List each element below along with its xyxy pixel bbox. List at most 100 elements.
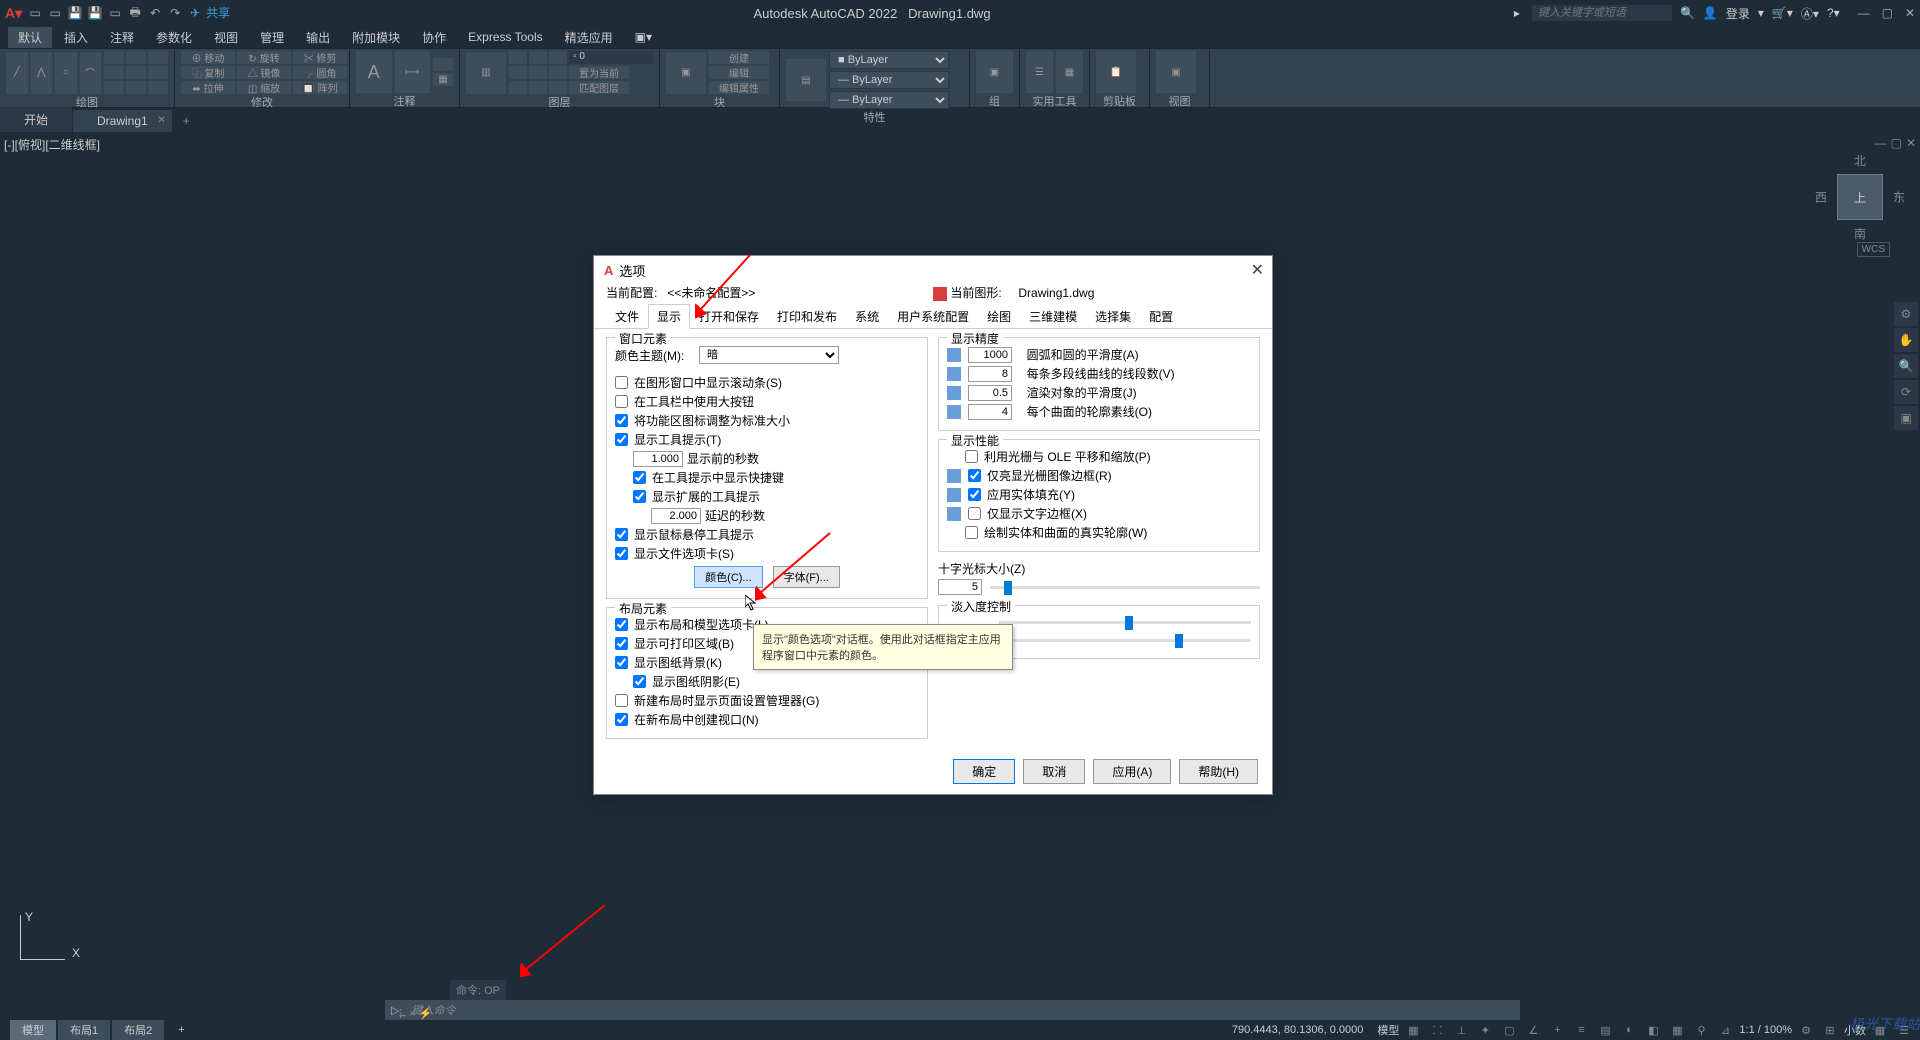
cs-icon[interactable]: ⊞	[1820, 1021, 1840, 1039]
rotate-icon[interactable]: ↻ 旋转	[237, 51, 291, 64]
layer-tool-icon[interactable]	[549, 81, 567, 94]
tab-3dmodel[interactable]: 三维建模	[1020, 304, 1086, 329]
measure-icon[interactable]: ☰	[1026, 51, 1053, 93]
tab-plot[interactable]: 打印和发布	[768, 304, 846, 329]
new-vp-checkbox[interactable]	[615, 713, 628, 726]
lm-tabs-checkbox[interactable]	[615, 618, 628, 631]
qat-web-icon[interactable]: ▭	[106, 4, 124, 22]
menu-express[interactable]: Express Tools	[458, 28, 552, 46]
vp-minimize-icon[interactable]: —	[1875, 136, 1887, 150]
cancel-button[interactable]: 取消	[1023, 759, 1085, 784]
viewcube-south[interactable]: 南	[1854, 225, 1866, 242]
tab-file[interactable]: 文件	[606, 304, 648, 329]
arc-input[interactable]	[968, 347, 1012, 363]
share-label[interactable]: 共享	[206, 4, 230, 22]
array-icon[interactable]: 🔲 阵列	[293, 81, 347, 94]
menu-insert[interactable]: 插入	[54, 27, 98, 48]
model-tab[interactable]: 模型	[10, 1020, 56, 1040]
viewcube-north[interactable]: 北	[1854, 152, 1866, 169]
arc-icon[interactable]: ⌒	[80, 52, 102, 94]
text-frame-checkbox[interactable]	[968, 507, 981, 520]
draw-tool-icon[interactable]	[126, 66, 146, 79]
layer-tool-icon[interactable]	[509, 81, 527, 94]
crosshair-slider[interactable]	[990, 586, 1260, 589]
layer-tool-icon[interactable]	[549, 66, 567, 79]
layer-tool-icon[interactable]	[509, 51, 527, 64]
lineweight-select[interactable]: — ByLayer	[829, 71, 949, 89]
qat-open-icon[interactable]: ▭	[46, 4, 64, 22]
layer-dropdown[interactable]: ▫ 0	[569, 51, 653, 64]
tab-display[interactable]: 显示	[648, 304, 690, 329]
minimize-icon[interactable]: —	[1858, 6, 1870, 20]
paste-icon[interactable]: 📋	[1096, 51, 1136, 93]
hover-checkbox[interactable]	[615, 528, 628, 541]
tab-close-icon[interactable]: ✕	[157, 115, 165, 126]
menu-output[interactable]: 输出	[296, 27, 340, 48]
draw-tool-icon[interactable]	[148, 81, 168, 94]
qs-icon[interactable]: ▦	[1667, 1021, 1687, 1039]
layout2-tab[interactable]: 布局2	[112, 1020, 164, 1040]
cmd-config-icon[interactable]: ⚡	[419, 1008, 433, 1020]
tab-profiles[interactable]: 配置	[1140, 304, 1182, 329]
ortho-icon[interactable]: ⊥	[1451, 1021, 1471, 1039]
table-icon[interactable]: ▦	[433, 73, 453, 86]
tab-drawing[interactable]: Drawing1✕	[73, 110, 172, 132]
viewcube-top-face[interactable]: 上	[1837, 174, 1883, 220]
maximize-icon[interactable]: ▢	[1882, 6, 1893, 20]
block-create-icon[interactable]: 创建	[709, 51, 769, 64]
solid-fill-checkbox[interactable]	[968, 488, 981, 501]
inplace-slider[interactable]	[999, 639, 1251, 642]
match-props-icon[interactable]: ▤	[786, 59, 826, 101]
draw-tool-icon[interactable]	[126, 81, 146, 94]
menu-addins[interactable]: 附加模块	[342, 27, 410, 48]
draw-tool-icon[interactable]	[104, 51, 124, 64]
search-input[interactable]	[1532, 5, 1672, 21]
wcs-badge[interactable]: WCS	[1857, 242, 1890, 257]
layer-tool-icon[interactable]	[529, 51, 547, 64]
ok-button[interactable]: 确定	[953, 759, 1015, 784]
scale-readout[interactable]: 1:1 / 100%	[1739, 1024, 1792, 1036]
layer-tool-icon[interactable]	[529, 81, 547, 94]
color-select[interactable]: ■ ByLayer	[829, 51, 949, 69]
menu-param[interactable]: 参数化	[146, 27, 202, 48]
linetype-select[interactable]: — ByLayer	[829, 91, 949, 109]
command-line[interactable]: ▷_ 键入命令	[385, 1000, 1520, 1020]
crosshair-input[interactable]	[938, 579, 982, 595]
viewcube-east[interactable]: 东	[1893, 189, 1905, 206]
viewport-label[interactable]: [-][俯视][二维线框]	[4, 136, 100, 153]
login-label[interactable]: 登录	[1726, 5, 1750, 22]
tab-drafting[interactable]: 绘图	[978, 304, 1020, 329]
vp-close-icon[interactable]: ✕	[1906, 136, 1916, 150]
theme-select[interactable]: 暗	[699, 346, 839, 364]
fillet-icon[interactable]: ╭ 圆角	[293, 66, 347, 79]
tab-system[interactable]: 系统	[846, 304, 888, 329]
vp-restore-icon[interactable]: ▢	[1891, 136, 1902, 150]
tab-selection[interactable]: 选择集	[1086, 304, 1140, 329]
qat-save-icon[interactable]: 💾	[66, 4, 84, 22]
help-button[interactable]: 帮助(H)	[1179, 759, 1258, 784]
silh-checkbox[interactable]	[965, 526, 978, 539]
grid-icon[interactable]: ▦	[1403, 1021, 1423, 1039]
surf-input[interactable]	[968, 404, 1012, 420]
block-edit-icon[interactable]: 编辑	[709, 66, 769, 79]
leader-icon[interactable]	[433, 58, 453, 71]
viewcube-west[interactable]: 西	[1815, 189, 1827, 206]
draw-tool-icon[interactable]	[126, 51, 146, 64]
block-attr-icon[interactable]: 编辑属性	[709, 81, 769, 94]
tip-delay-input[interactable]	[651, 508, 701, 524]
help-icon[interactable]: ?▾	[1827, 6, 1840, 20]
move-icon[interactable]: ⊕ 移动	[181, 51, 235, 64]
menu-manage[interactable]: 管理	[250, 27, 294, 48]
qat-plot-icon[interactable]: 🖶	[126, 4, 144, 22]
tooltip-checkbox[interactable]	[615, 433, 628, 446]
user-icon[interactable]: 👤	[1703, 6, 1718, 20]
util-icon[interactable]: ▦	[1056, 51, 1083, 93]
autodesk-icon[interactable]: Ⓐ▾	[1801, 5, 1819, 22]
search-icon[interactable]: 🔍	[1680, 6, 1695, 20]
cmd-close-icon[interactable]: ×	[409, 1008, 415, 1020]
menu-featured[interactable]: 精选应用	[555, 27, 623, 48]
tab-start[interactable]: 开始	[0, 107, 72, 132]
dim-icon[interactable]: ⟼	[395, 51, 431, 93]
gear-icon[interactable]: ⚙	[1796, 1021, 1816, 1039]
menu-collab[interactable]: 协作	[412, 27, 456, 48]
